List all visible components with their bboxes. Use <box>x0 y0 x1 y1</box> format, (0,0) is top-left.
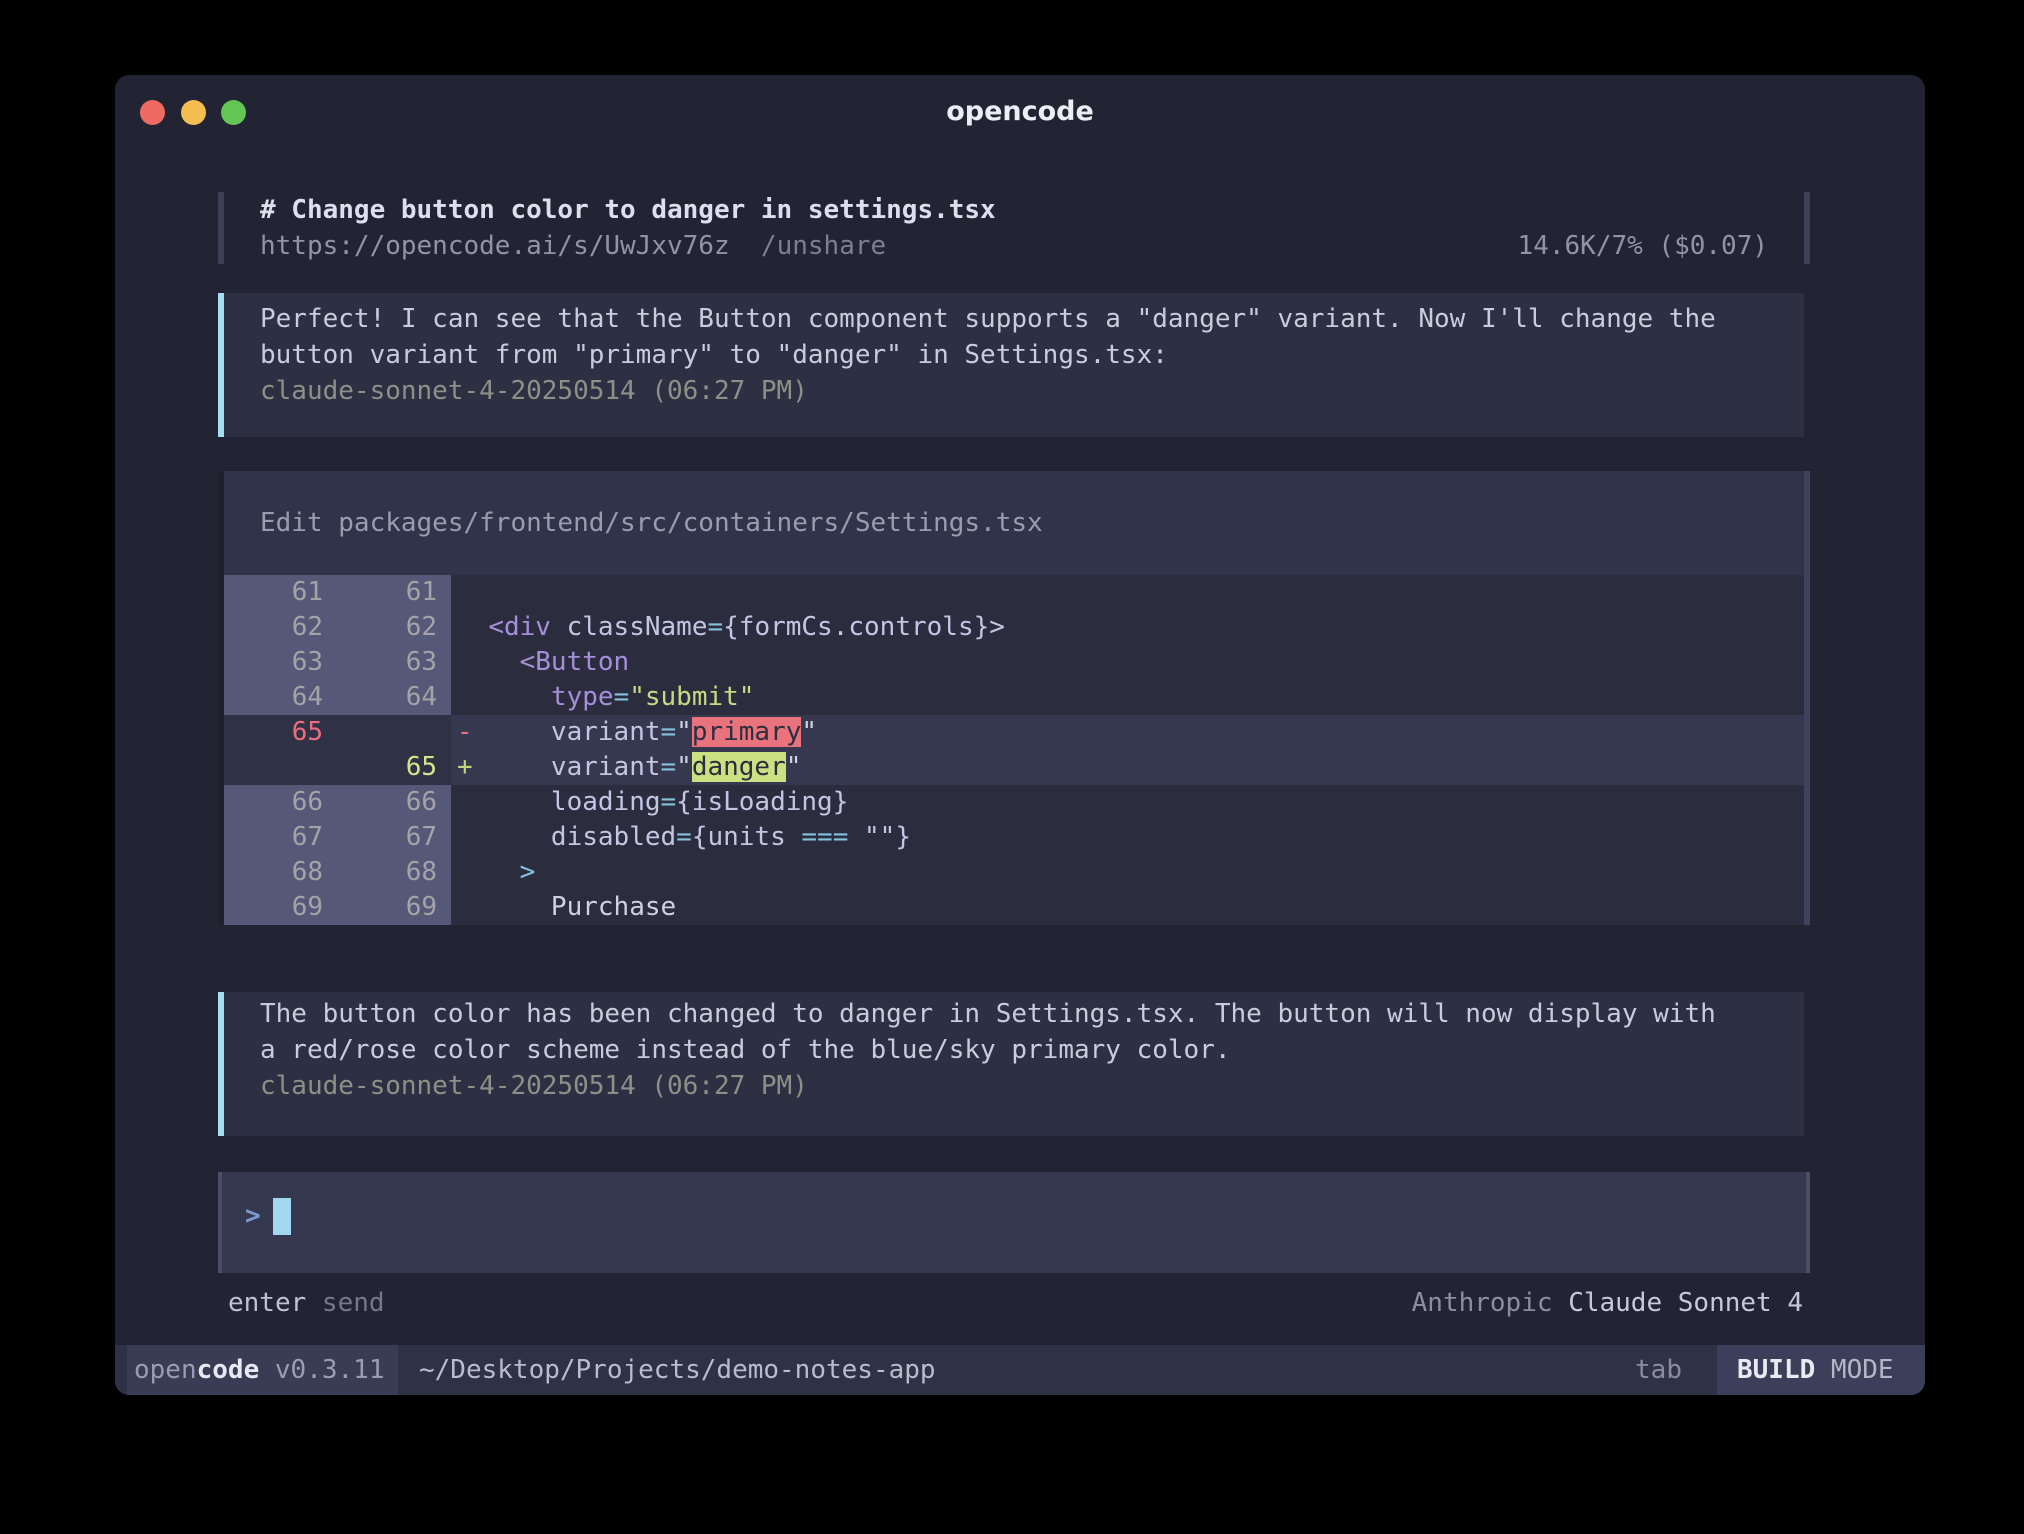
context-stats: 14.6K/7% ($0.07) <box>1518 228 1768 264</box>
diff-rows: 6161 6262 <div className={formCs.control… <box>224 575 1804 925</box>
diff-row: 6969 Purchase <box>224 890 1804 925</box>
prompt-symbol: > <box>245 1201 261 1231</box>
diff-line-number-old: 65 <box>224 715 337 750</box>
diff-code-line: - variant="primary" <box>451 715 817 750</box>
diff-line-number-old: 61 <box>224 575 337 610</box>
diff-line-number-new: 61 <box>337 575 451 610</box>
message-meta: claude-sonnet-4-20250514 (06:27 PM) <box>260 1068 1804 1104</box>
diff-code-line: loading={isLoading} <box>451 785 848 820</box>
diff-line-number-old: 68 <box>224 855 337 890</box>
diff-code-line: type="submit" <box>451 680 754 715</box>
enter-hint: enter send <box>228 1285 385 1321</box>
diff-line-number-new: 64 <box>337 680 451 715</box>
session-share-line: https://opencode.ai/s/UwJxv76z /unshare <box>260 228 886 264</box>
window-title: opencode <box>115 75 1925 145</box>
message-line: The button color has been changed to dan… <box>260 996 1804 1032</box>
mode-chip: BUILD MODE <box>1712 1345 1925 1395</box>
diff-line-number-old: 64 <box>224 680 337 715</box>
share-url[interactable]: https://opencode.ai/s/UwJxv76z <box>260 231 730 261</box>
diff-row: 6161 <box>224 575 1804 610</box>
diff-line-number-new: 67 <box>337 820 451 855</box>
assistant-message: The button color has been changed to dan… <box>218 992 1804 1136</box>
session-title: # Change button color to danger in setti… <box>260 192 996 228</box>
diff-line-number-old <box>224 750 337 785</box>
diff-line-number-new: 68 <box>337 855 451 890</box>
diff-row: 65 - variant="primary" <box>224 715 1804 750</box>
diff-line-number-old: 62 <box>224 610 337 645</box>
opencode-window: opencode # Change button color to danger… <box>115 75 1925 1395</box>
diff-row: 6464 type="submit" <box>224 680 1804 715</box>
diff-title: Edit packages/frontend/src/containers/Se… <box>224 471 1804 575</box>
working-directory: ~/Desktop/Projects/demo-notes-app <box>419 1345 936 1395</box>
unshare-command: /unshare <box>761 231 886 261</box>
message-line: a red/rose color scheme instead of the b… <box>260 1032 1804 1068</box>
text-cursor <box>273 1198 291 1235</box>
diff-line-number-new: 63 <box>337 645 451 680</box>
message-meta: claude-sonnet-4-20250514 (06:27 PM) <box>260 373 1804 409</box>
diff-code-line: Purchase <box>451 890 676 925</box>
diff-code-line <box>451 575 488 610</box>
prompt-line: > <box>245 1198 291 1235</box>
model-indicator: Anthropic Claude Sonnet 4 <box>1412 1285 1803 1321</box>
diff-line-number-old: 69 <box>224 890 337 925</box>
diff-row: 6868 > <box>224 855 1804 890</box>
diff-block: Edit packages/frontend/src/containers/Se… <box>218 471 1810 925</box>
diff-code-line: > <box>451 855 535 890</box>
session-header: # Change button color to danger in setti… <box>218 192 1810 264</box>
prompt-input[interactable]: > <box>218 1172 1810 1273</box>
diff-code-line: disabled={units === ""} <box>451 820 911 855</box>
diff-row: 6363 <Button <box>224 645 1804 680</box>
title-bar: opencode <box>115 75 1925 145</box>
diff-line-number-new: 65 <box>337 750 451 785</box>
diff-code-line: + variant="danger" <box>451 750 801 785</box>
diff-line-number-new: 66 <box>337 785 451 820</box>
message-line: button variant from "primary" to "danger… <box>260 337 1804 373</box>
message-line: Perfect! I can see that the Button compo… <box>260 301 1804 337</box>
diff-row: 6767 disabled={units === ""} <box>224 820 1804 855</box>
diff-code-line: <div className={formCs.controls}> <box>451 610 1005 645</box>
diff-line-number-old: 67 <box>224 820 337 855</box>
assistant-message: Perfect! I can see that the Button compo… <box>218 293 1804 437</box>
diff-line-number-new <box>337 715 451 750</box>
diff-row: 6666 loading={isLoading} <box>224 785 1804 820</box>
diff-code-line: <Button <box>451 645 629 680</box>
diff-line-number-old: 63 <box>224 645 337 680</box>
diff-row: 6262 <div className={formCs.controls}> <box>224 610 1804 645</box>
app-version-chip: opencode v0.3.11 <box>127 1345 398 1395</box>
diff-line-number-old: 66 <box>224 785 337 820</box>
diff-line-number-new: 62 <box>337 610 451 645</box>
hint-row: enter send Anthropic Claude Sonnet 4 <box>218 1285 1810 1321</box>
diff-line-number-new: 69 <box>337 890 451 925</box>
diff-row: 65+ variant="danger" <box>224 750 1804 785</box>
tab-key-hint: tab <box>1635 1345 1682 1395</box>
status-bar: opencode v0.3.11 ~/Desktop/Projects/demo… <box>115 1345 1925 1395</box>
